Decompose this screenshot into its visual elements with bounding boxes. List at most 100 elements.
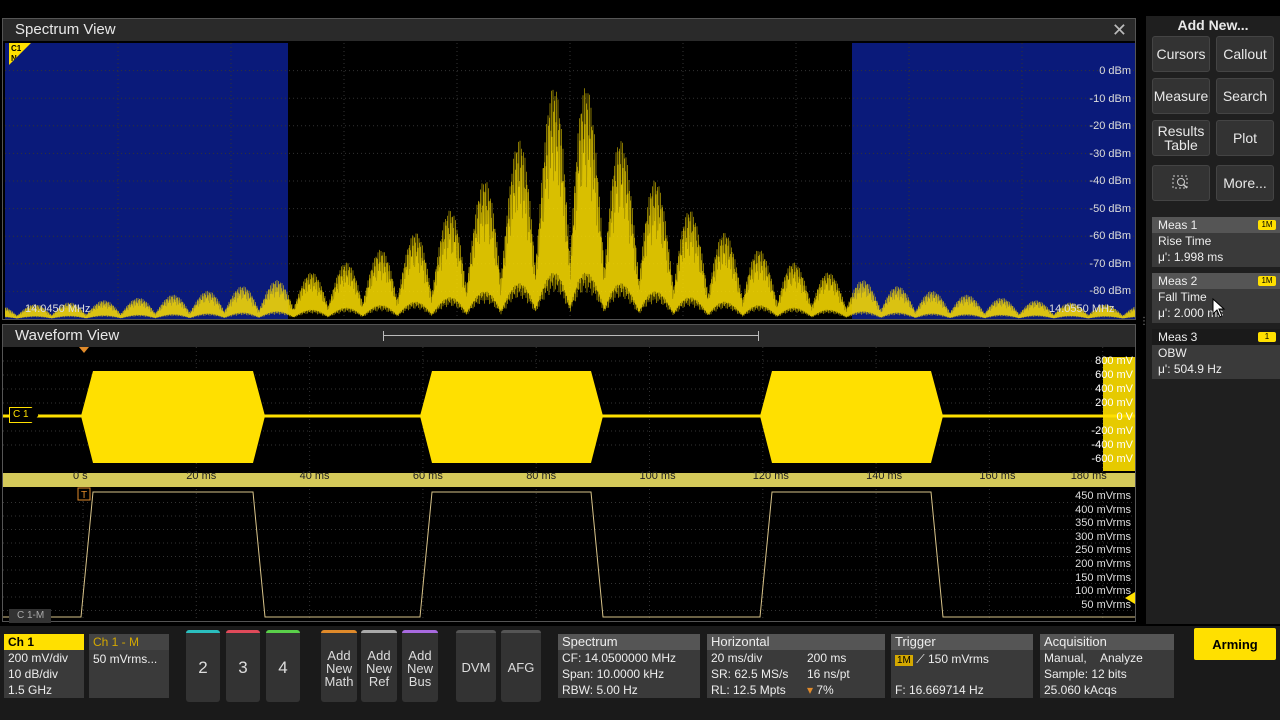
acquisition-analyze: Analyze	[1100, 651, 1143, 665]
results-table-button[interactable]: Results Table	[1152, 120, 1210, 156]
waveform-view-title: Waveform View	[3, 325, 1135, 347]
horizontal-title: Horizontal	[707, 634, 885, 650]
rms-math-trace	[3, 491, 1135, 618]
waveform-plot[interactable]: T	[3, 347, 1135, 621]
channel-1-bandwidth: 1.5 GHz	[8, 683, 53, 697]
zoom-select-button[interactable]	[1152, 165, 1210, 201]
channel-4-button[interactable]: 4	[266, 630, 300, 702]
spectrum-start-frequency: 14.0450 MHz	[25, 303, 91, 315]
channel-1-db-div: 10 dB/div	[8, 667, 59, 681]
channel-1-math-badge[interactable]: Ch 1 - M 50 mVrms...	[89, 634, 169, 698]
rf-burst	[760, 371, 943, 463]
channel-1-y-label: -400 mV	[1091, 439, 1133, 451]
meas-1-badge[interactable]: Meas 1 1M Rise Time μ': 1.998 ms	[1152, 217, 1280, 267]
time-axis-label: 180 ms	[1070, 470, 1107, 482]
trigger-level: 150 mVrms	[928, 652, 989, 666]
search-button[interactable]: Search	[1216, 78, 1274, 114]
spectrum-center-frequency: CF: 14.0500000 MHz	[562, 651, 677, 665]
add-new-ref-label: Add New Ref	[365, 648, 392, 689]
dvm-button[interactable]: DVM	[456, 630, 496, 702]
spectrum-view-title: Spectrum View ✕	[3, 19, 1135, 41]
horizontal-time-div: 20 ms/div	[711, 651, 763, 665]
time-axis-label: 0 s	[73, 470, 88, 482]
math-y-label: 350 mVrms	[1075, 517, 1131, 530]
add-new-heading: Add New...	[1177, 17, 1249, 33]
meas-3-badge[interactable]: Meas 3 1 OBW μ': 504.9 Hz	[1152, 329, 1280, 379]
close-icon[interactable]: ✕	[1112, 19, 1127, 41]
trigger-position-icon: ▾	[807, 683, 814, 697]
horizontal-position-value: 7%	[816, 683, 834, 697]
plot-button[interactable]: Plot	[1216, 120, 1274, 156]
right-side-panel: Add New... Cursors Callout Measure Searc…	[1146, 16, 1280, 624]
math-y-label: 100 mVrms	[1075, 585, 1131, 598]
more-button[interactable]: More...	[1216, 165, 1274, 201]
afg-button[interactable]: AFG	[501, 630, 541, 702]
math-y-label: 200 mVrms	[1075, 558, 1131, 570]
time-axis-label: 80 ms	[526, 470, 557, 482]
horizontal-position: ▾ 7%	[803, 682, 850, 698]
horizontal-duration: 200 ms	[807, 651, 847, 665]
spectrum-settings-badge[interactable]: Spectrum CF: 14.0500000 MHz Span: 10.000…	[558, 634, 700, 698]
spectrum-dbm-label: -20 dBm	[1089, 120, 1131, 132]
spectrum-end-frequency: 14.0550 MHz	[1049, 303, 1115, 315]
meas-3-title: Meas 3	[1158, 330, 1198, 344]
waveform-title-text: Waveform View	[15, 327, 120, 344]
channel-3-button[interactable]: 3	[226, 630, 260, 702]
channel-1-math-tag[interactable]: C 1-M	[9, 609, 51, 623]
math-y-label: 300 mVrms	[1075, 530, 1131, 543]
time-axis-label: 120 ms	[752, 470, 789, 482]
time-axis-label: 140 ms	[866, 470, 903, 482]
spectrum-plot[interactable]	[5, 43, 1135, 319]
horizontal-settings-badge[interactable]: Horizontal 20 ms/div SR: 62.5 MS/s RL: 1…	[707, 634, 885, 698]
waveform-view-panel[interactable]: Waveform View T C 1 C 1-M 800 mV 600 mV 40…	[2, 324, 1136, 623]
acquisition-title: Acquisition	[1040, 634, 1174, 650]
rf-burst	[81, 371, 265, 463]
trigger-position-marker[interactable]	[79, 347, 89, 353]
math-y-label: 450 mVrms	[1075, 490, 1131, 502]
zoom-select-icon	[1172, 175, 1188, 189]
time-axis-label: 60 ms	[412, 470, 443, 482]
spectrum-dbm-label: -80 dBm	[1089, 285, 1131, 297]
spectrum-dbm-label: -10 dBm	[1089, 92, 1131, 105]
spectrum-rbw: RBW: 5.00 Hz	[562, 683, 638, 697]
horizontal-record-length: RL: 12.5 Mpts	[711, 683, 786, 697]
add-new-bus-label: Add New Bus	[406, 648, 433, 689]
meas-1-value: μ': 1.998 ms	[1158, 250, 1224, 264]
meas-3-source-tag: 1	[1258, 332, 1276, 342]
meas-1-source-tag: 1M	[1258, 220, 1276, 230]
channel-1-y-label: 400 mV	[1095, 383, 1133, 395]
add-new-math-button[interactable]: Add New Math	[321, 630, 357, 702]
channel-1-math-title: Ch 1 - M	[89, 634, 169, 650]
time-axis-label: 20 ms	[186, 470, 217, 482]
spectrum-dbm-label: -40 dBm	[1089, 175, 1131, 187]
add-new-ref-button[interactable]: Add New Ref	[361, 630, 397, 702]
callout-button[interactable]: Callout	[1216, 36, 1274, 72]
channel-1-y-label: -600 mV	[1091, 453, 1133, 465]
time-axis-label: 160 ms	[979, 470, 1016, 482]
spectrum-title-text: Spectrum View	[15, 21, 116, 38]
spectrum-view-panel[interactable]: Spectrum View ✕ C1 N 0 dBm -10 dBm -20 dBm -…	[2, 18, 1136, 320]
trigger-settings-badge[interactable]: Trigger 1M ⟋ 150 mVrms F: 16.669714 Hz	[891, 634, 1033, 698]
add-new-bus-button[interactable]: Add New Bus	[402, 630, 438, 702]
horizontal-sample-rate: SR: 62.5 MS/s	[711, 667, 789, 681]
spectrum-dbm-label: -30 dBm	[1089, 147, 1131, 160]
math-trigger-label: T	[81, 490, 87, 501]
panel-resize-grip[interactable]: ⋮	[1139, 316, 1149, 328]
acquisition-count: 25.060 kAcqs	[1044, 683, 1117, 697]
rf-burst	[420, 371, 603, 463]
time-axis-band	[3, 473, 1135, 487]
acquisition-settings-badge[interactable]: Acquisition Manual, Analyze Sample: 12 b…	[1040, 634, 1174, 698]
measure-button[interactable]: Measure	[1152, 78, 1210, 114]
zoom-position-bar[interactable]	[383, 331, 759, 341]
acquisition-sample-bits: Sample: 12 bits	[1044, 667, 1127, 681]
channel-2-button[interactable]: 2	[186, 630, 220, 702]
channel-1-y-label: 0 V	[1116, 411, 1133, 423]
acquisition-mode: Manual,	[1044, 651, 1087, 665]
cursors-button[interactable]: Cursors	[1152, 36, 1210, 72]
bottom-settings-bar: Ch 1 200 mV/div 10 dB/div 1.5 GHz Ch 1 -…	[0, 626, 1280, 720]
channel-1-badge[interactable]: Ch 1 200 mV/div 10 dB/div 1.5 GHz	[4, 634, 84, 698]
channel-1-math-scale: 50 mVrms...	[93, 652, 158, 666]
arming-button[interactable]: Arming	[1194, 628, 1276, 660]
trigger-source-tag: 1M	[895, 655, 913, 666]
channel-1-vdiv: 200 mV/div	[8, 651, 69, 665]
